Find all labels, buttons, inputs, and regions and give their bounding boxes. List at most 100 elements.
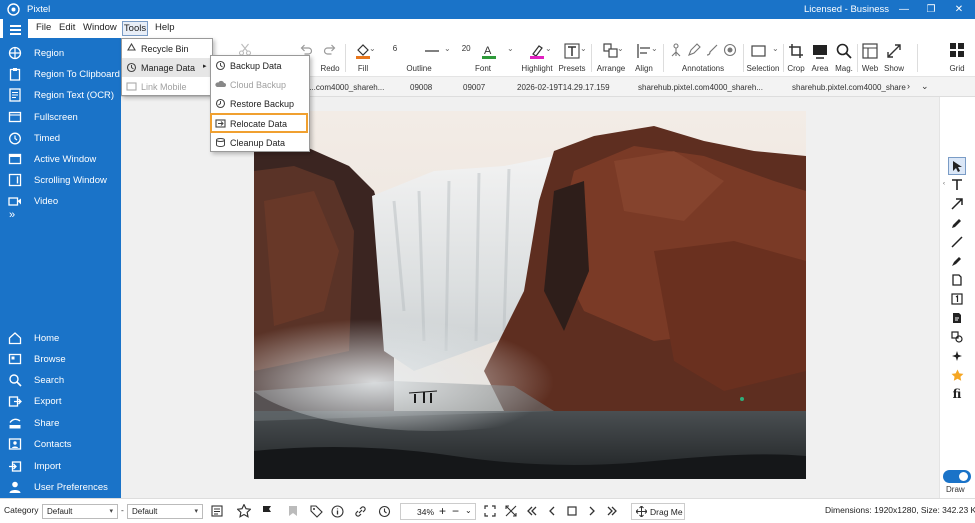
first-page-icon[interactable] <box>525 504 539 518</box>
sidebar-item-fullscreen[interactable]: Fullscreen <box>0 107 121 127</box>
maximize-button[interactable]: ❐ <box>923 2 939 17</box>
menu-item-manage-data[interactable]: Manage Data ▸ <box>122 58 212 77</box>
sidebar-item-export[interactable]: Export <box>0 391 121 411</box>
presets-dropdown-chevron-icon[interactable]: ⌄ <box>580 44 587 53</box>
web-button[interactable]: Web <box>858 38 882 77</box>
capture-tab[interactable]: ....com4000_shareh... <box>307 83 384 92</box>
actual-size-icon[interactable] <box>504 504 518 518</box>
sidebar-item-region-text-ocr[interactable]: Region Text (OCR) <box>0 85 121 105</box>
sidebar-item-contacts[interactable]: Contacts <box>0 434 121 454</box>
sidebar-item-user-preferences[interactable]: User Preferences <box>0 477 121 497</box>
crop-button[interactable]: Crop <box>784 38 808 77</box>
sidebar-item-share[interactable]: Share <box>0 413 121 433</box>
sidebar-item-video[interactable]: Video <box>0 191 121 211</box>
close-button[interactable]: ✕ <box>951 2 967 17</box>
prev-page-icon[interactable] <box>545 504 559 518</box>
star-icon[interactable] <box>237 504 251 518</box>
font-button[interactable]: 20 A Font <box>453 38 513 77</box>
menu-window[interactable]: Window <box>83 22 117 33</box>
fi-text-icon[interactable]: fi <box>948 385 966 403</box>
menu-item-restore-backup[interactable]: Restore Backup <box>211 94 309 113</box>
menu-file[interactable]: File <box>36 22 51 33</box>
sidebar-item-timed[interactable]: Timed <box>0 128 121 148</box>
menu-edit[interactable]: Edit <box>59 22 75 33</box>
align-dropdown-chevron-icon[interactable]: ⌄ <box>651 44 658 53</box>
menu-item-link-mobile[interactable]: Link Mobile <box>122 77 212 96</box>
flag-icon[interactable] <box>260 504 274 518</box>
drag-me-button[interactable]: Drag Me <box>631 503 685 520</box>
annotation-target-icon[interactable] <box>723 43 737 57</box>
sidebar-item-region[interactable]: Region <box>0 43 121 63</box>
fill-dropdown-chevron-icon[interactable]: ⌄ <box>369 44 376 53</box>
show-button[interactable]: Show <box>882 38 906 77</box>
zoom-level[interactable]: 34% <box>417 507 434 517</box>
annotation-pencil-icon[interactable] <box>687 43 701 57</box>
shapes-tool-icon[interactable] <box>948 328 966 346</box>
minimize-button[interactable]: — <box>896 2 912 17</box>
preset-select[interactable]: Default ▾ <box>127 504 203 519</box>
arrow-tool-icon[interactable] <box>948 195 966 213</box>
favorite-star-icon[interactable] <box>948 366 966 384</box>
selection-dropdown-chevron-icon[interactable]: ⌄ <box>772 44 779 53</box>
pen-tool-icon[interactable] <box>948 214 966 232</box>
magic-tool-icon[interactable] <box>948 347 966 365</box>
more-chevron-icon[interactable]: » <box>9 209 15 221</box>
sidebar-item-region-to-clipboard[interactable]: Region To Clipboard <box>0 64 121 84</box>
hamburger-menu-icon[interactable] <box>3 19 28 39</box>
annotation-brush-icon[interactable] <box>705 43 719 57</box>
sidebar-item-search[interactable]: Search <box>0 370 121 390</box>
next-page-icon[interactable] <box>585 504 599 518</box>
category-select[interactable]: Default ▾ <box>42 504 118 519</box>
sidebar-item-browse[interactable]: Browse <box>0 349 121 369</box>
menu-item-cleanup-data[interactable]: Cleanup Data <box>211 133 309 152</box>
menu-tools[interactable]: Tools <box>122 21 148 36</box>
zoom-out-icon[interactable]: − <box>452 504 459 518</box>
step-number-icon[interactable] <box>948 290 966 308</box>
capture-tab[interactable]: 09007 <box>463 83 485 92</box>
sidebar-item-import[interactable]: Import <box>0 456 121 476</box>
menu-item-backup-data[interactable]: Backup Data <box>211 56 309 75</box>
tabs-dropdown-chevron-icon[interactable]: ⌄ <box>921 81 929 92</box>
grid-button[interactable]: Grid <box>945 38 969 77</box>
zoom-in-icon[interactable]: + <box>439 504 446 518</box>
note-tool-icon[interactable] <box>948 271 966 289</box>
annotation-pin-icon[interactable] <box>669 43 683 57</box>
stamp-tool-icon[interactable] <box>948 309 966 327</box>
menu-help[interactable]: Help <box>155 22 175 33</box>
area-button[interactable]: Area <box>808 38 832 77</box>
link-icon[interactable] <box>353 504 367 518</box>
line-tool-icon[interactable] <box>948 233 966 251</box>
font-dropdown-chevron-icon[interactable]: ⌄ <box>507 44 514 53</box>
marker-tool-icon[interactable] <box>948 252 966 270</box>
tabs-overflow-icon[interactable]: › <box>907 81 910 91</box>
bookmark-icon[interactable] <box>286 504 300 518</box>
select-arrow-icon[interactable] <box>948 157 966 175</box>
outline-dropdown-chevron-icon[interactable]: ⌄ <box>444 44 451 53</box>
sidebar-item-active-window[interactable]: Active Window <box>0 149 121 169</box>
menu-item-cloud-backup[interactable]: Cloud Backup <box>211 75 309 94</box>
capture-tab[interactable]: sharehub.pixtel.com4000_share <box>792 83 906 92</box>
redo-button[interactable]: Redo <box>317 38 343 77</box>
page-icon[interactable] <box>565 504 579 518</box>
menu-item-recycle-bin[interactable]: Recycle Bin <box>122 39 212 58</box>
info-icon[interactable] <box>330 504 344 518</box>
capture-tab[interactable]: 2026-02-19T14.29.17.159 <box>517 83 610 92</box>
sidebar-item-home[interactable]: Home <box>0 328 121 348</box>
capture-tab[interactable]: sharehub.pixtel.com4000_shareh... <box>638 83 763 92</box>
draw-toggle[interactable] <box>943 470 971 483</box>
properties-icon[interactable] <box>210 504 224 518</box>
history-icon[interactable] <box>377 504 391 518</box>
fit-screen-icon[interactable] <box>483 504 497 518</box>
arrange-dropdown-chevron-icon[interactable]: ⌄ <box>617 44 624 53</box>
highlight-dropdown-chevron-icon[interactable]: ⌄ <box>545 44 552 53</box>
sidebar-item-scrolling-window[interactable]: Scrolling Window <box>0 170 121 190</box>
tag-icon[interactable] <box>309 504 323 518</box>
magnify-button[interactable]: Mag. <box>832 38 856 77</box>
outline-button[interactable]: Outline <box>387 38 451 77</box>
highlight-frame <box>210 113 308 133</box>
last-page-icon[interactable] <box>605 504 619 518</box>
capture-tab[interactable]: 09008 <box>410 83 432 92</box>
zoom-dropdown-chevron-icon[interactable]: ⌄ <box>465 506 472 515</box>
text-tool-icon[interactable] <box>948 176 966 194</box>
waterfall-photo[interactable] <box>254 111 806 479</box>
